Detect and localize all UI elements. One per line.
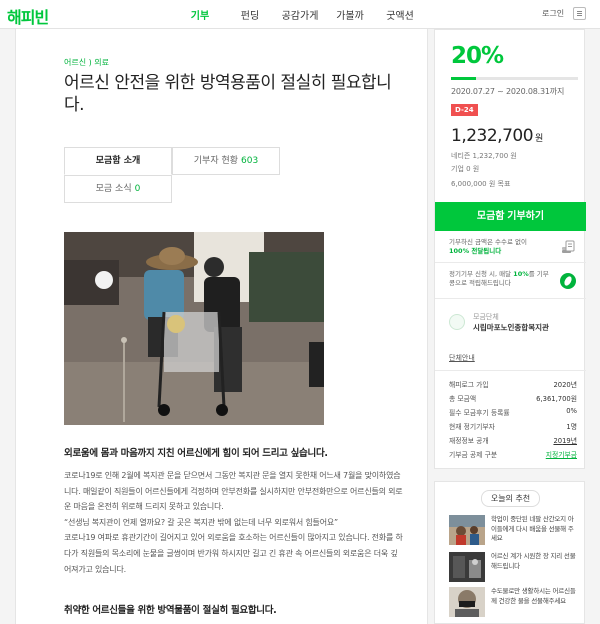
goal-amount: 6,000,000 원 목표: [451, 180, 511, 188]
progress-bar: [451, 77, 578, 80]
recommend-card: 오늘의 추천 학업이 중단된 네팔 산간오지 아이들에게 다시 배움을 선물해 …: [434, 481, 585, 624]
story-body: 코로나19로 인해 2월에 복지관 문을 닫으면서 그동안 복지관 문을 열지 …: [64, 468, 404, 577]
raised-amount-unit: 원: [535, 134, 543, 144]
main-nav: 기부 펀딩 공감가게 가볼까 굿액션: [175, 7, 425, 22]
tab-donors[interactable]: 기부자 현황 603: [172, 147, 280, 175]
news-count: 0: [134, 184, 141, 194]
regular-donation-info: 정기기부 신청 시, 매달 10%를 기부콩으로 적립해드립니다: [449, 270, 549, 288]
stat-value-link[interactable]: 지정기부금: [546, 449, 577, 459]
login-link[interactable]: 로그인: [542, 8, 564, 19]
article-panel: 어르신 ) 의료 어르신 안전을 위한 방역용품이 절실히 필요합니다. 모금함…: [15, 29, 428, 624]
stat-row: 해피로그 가입 2020년: [449, 379, 577, 393]
recommend-thumbnail: [449, 515, 485, 545]
stat-label: 필수 모금후기 등록률: [449, 409, 510, 417]
recommend-item[interactable]: 어르신 계가 시원한 장 지리 선물해드립니다: [449, 552, 579, 582]
stat-label: 현재 정기기부자: [449, 423, 495, 431]
fee-info-strong: 100% 전달됩니다: [449, 247, 502, 255]
fee-info: 기부하신 금액은 수수료 없이 100% 전달됩니다: [449, 238, 549, 256]
regular-info-text: 정기기부 신청 시, 매달: [449, 270, 512, 278]
campaign-period: 2020.07.27 ~ 2020.08.31까지: [451, 87, 565, 96]
stat-row: 기부금 공제 구분 지정기부금: [449, 449, 577, 463]
netizen-amount: 네티즌 1,232,700 원: [451, 152, 517, 160]
tab-news-label: 모금 소식: [95, 184, 132, 194]
stat-row: 총 모금액 6,361,700원: [449, 393, 577, 407]
stat-value: 2020년: [553, 381, 577, 389]
donate-button[interactable]: 모금함 기부하기: [435, 202, 586, 231]
stat-value: 0%: [566, 407, 577, 415]
campaign-summary-card: 20% 2020.07.27 ~ 2020.08.31까지 D-24 1,232…: [434, 29, 586, 469]
bean-icon: [560, 273, 576, 289]
tab-intro-label: 모금함 소개: [95, 156, 141, 166]
story-paragraph-3: 코로나19 여파로 휴관기간이 길어지고 있어 외로움을 호소하는 어르신들이 …: [64, 533, 403, 574]
stat-label: 재정정보 공개: [449, 437, 489, 445]
org-name[interactable]: 시립마포노인종합복지관: [473, 322, 581, 333]
stat-value: 6,361,700원: [536, 395, 577, 403]
story-paragraph-1: 코로나19로 인해 2월에 복지관 문을 닫으면서 그동안 복지관 문을 열지 …: [64, 471, 403, 512]
top-bar: 해피빈 기부 펀딩 공감가게 가볼까 굿액션 로그인: [0, 0, 600, 29]
tab-intro[interactable]: 모금함 소개: [64, 147, 172, 175]
recommend-thumbnail: [449, 587, 485, 617]
stat-value-link[interactable]: 2019년: [553, 435, 577, 445]
stat-row: 현재 정기기부자 1명: [449, 421, 577, 435]
story-lead: 외로움에 몸과 마음까지 지친 어르신에게 힘이 되어 드리고 싶습니다.: [64, 448, 328, 459]
progress-percent: 20%: [451, 43, 504, 69]
recommend-thumbnail: [449, 552, 485, 582]
org-logo-icon: [449, 314, 465, 330]
stat-row: 필수 모금후기 등록률 0%: [449, 407, 577, 421]
recommend-text: 학업이 중단된 네팔 산간오지 아이들에게 다시 배움을 선물해 주세요: [491, 515, 574, 542]
divider: [435, 370, 586, 371]
nav-item-visit[interactable]: 가볼까: [325, 7, 375, 22]
page-title: 어르신 안전을 위한 방역용품이 절실히 필요합니다.: [64, 73, 392, 115]
divider: [435, 262, 586, 263]
recommend-title: 오늘의 추천: [435, 490, 586, 507]
tab-news[interactable]: 모금 소식 0: [64, 175, 172, 203]
stat-label: 기부금 공제 구분: [449, 451, 498, 459]
company-amount: 기업 0 원: [451, 165, 480, 173]
dday-badge: D-24: [451, 104, 478, 116]
progress-bar-fill: [451, 77, 477, 80]
nav-item-funding[interactable]: 펀딩: [225, 7, 275, 22]
org-stats: 해피로그 가입 2020년 총 모금액 6,361,700원 필수 모금후기 등록률…: [449, 379, 577, 463]
category-breadcrumb[interactable]: 어르신 ) 의료: [64, 57, 109, 68]
recommend-text: 수도물로만 생활하시는 어르신들께 건강한 물을 선물해주세요: [491, 587, 576, 605]
org-info-link[interactable]: 단체안내: [449, 353, 475, 363]
org-label: 모금단체: [473, 313, 499, 321]
story-photo: [64, 232, 324, 425]
divider: [435, 298, 586, 299]
tab-donors-label: 기부자 현황: [193, 156, 239, 166]
raised-amount: 1,232,700 원: [451, 126, 543, 146]
recommend-item[interactable]: 수도물로만 생활하시는 어르신들께 건강한 물을 선물해주세요: [449, 587, 579, 617]
stat-label: 해피로그 가입: [449, 381, 489, 389]
campaign-sidebar: 20% 2020.07.27 ~ 2020.08.31까지 D-24 1,232…: [434, 29, 586, 624]
stat-row: 재정정보 공개 2019년: [449, 435, 577, 449]
recommend-item[interactable]: 학업이 중단된 네팔 산간오지 아이들에게 다시 배움을 선물해 주세요: [449, 515, 579, 545]
raised-amount-value: 1,232,700: [451, 126, 534, 146]
article-tabs: 모금함 소개 기부자 현황 603 모금 소식 0: [64, 147, 280, 203]
recommend-text: 어르신 계가 시원한 장 지리 선물해드립니다: [491, 552, 576, 570]
coin-stack-icon: [562, 240, 575, 253]
donors-count: 603: [241, 156, 259, 166]
logo[interactable]: 해피빈: [7, 4, 49, 28]
story-subhead: 취약한 어르신들을 위한 방역물품이 절실히 필요합니다.: [64, 605, 277, 616]
regular-info-strong: 10%: [513, 270, 529, 278]
nav-item-good-action[interactable]: 굿액션: [375, 7, 425, 22]
nav-item-store[interactable]: 공감가게: [275, 7, 325, 22]
stat-label: 총 모금액: [449, 395, 477, 403]
menu-icon[interactable]: [573, 7, 586, 20]
story-paragraph-2: “선생님 복지관이 언제 열까요? 갈 곳은 복지관 밖에 없는데 너무 외로워…: [64, 517, 338, 527]
fee-info-text: 기부하신 금액은 수수료 없이: [449, 238, 527, 246]
stat-value: 1명: [566, 423, 577, 431]
recommend-title-label: 오늘의 추천: [480, 490, 541, 507]
nav-item-donate[interactable]: 기부: [175, 7, 225, 22]
